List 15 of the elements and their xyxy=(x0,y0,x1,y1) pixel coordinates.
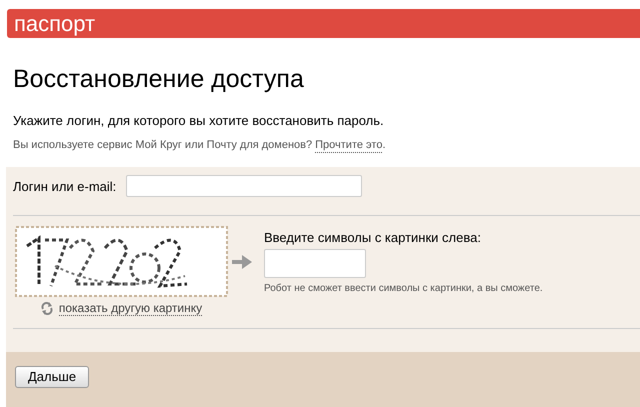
login-field[interactable] xyxy=(126,175,362,197)
page-title: Восстановление доступа xyxy=(13,64,305,94)
read-this-link[interactable]: Прочтите это xyxy=(315,138,382,153)
refresh-icon[interactable] xyxy=(40,302,53,315)
next-button[interactable]: Дальше xyxy=(15,366,90,388)
hint-text: Робот не сможет ввести символы с картинки, а вы сможете. xyxy=(264,282,543,296)
note-text: Вы используете сервис Мой Круг или Почту для доменов? xyxy=(13,138,312,153)
captcha-field[interactable] xyxy=(264,249,366,278)
instruction-text: Укажите логин, для которого вы хотите восстановить пароль. xyxy=(13,113,385,129)
arrow-icon xyxy=(232,254,252,270)
period-text: . xyxy=(382,138,386,153)
field-label: Введите символы с картинки слева: xyxy=(264,230,482,246)
field-label: Логин или e-mail: xyxy=(13,178,118,196)
show-another-picture-link[interactable]: показать другую картинку xyxy=(58,301,202,316)
logo[interactable]: паспорт xyxy=(14,12,96,34)
